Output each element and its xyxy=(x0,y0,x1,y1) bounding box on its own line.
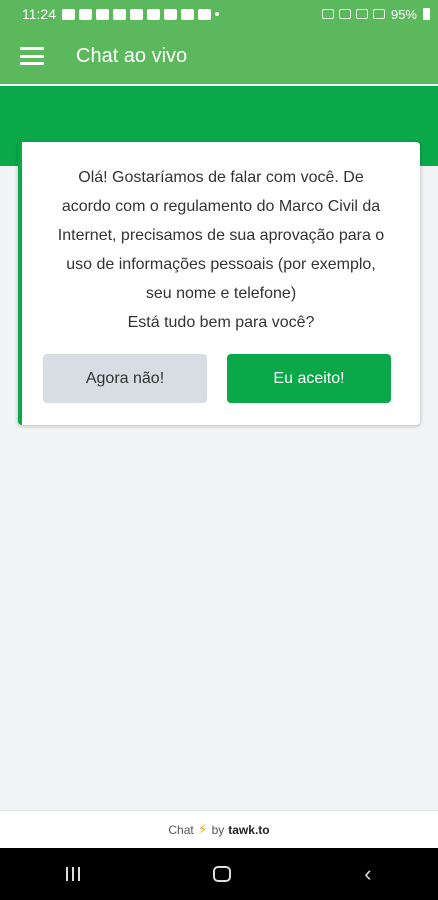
lightning-icon: ⚡ xyxy=(197,821,208,837)
menu-icon[interactable] xyxy=(20,47,44,65)
youtube-icon xyxy=(130,8,143,20)
app-bar: Chat ao vivo xyxy=(0,28,438,84)
footer-chat-label: Chat xyxy=(168,822,194,837)
image-icon xyxy=(198,8,211,20)
youtube-icon xyxy=(113,8,126,20)
status-time: 11:24 xyxy=(22,6,56,22)
home-icon[interactable] xyxy=(213,866,232,882)
youtube-icon xyxy=(96,8,109,20)
footer-by-label: by xyxy=(211,822,225,837)
powered-by-footer[interactable]: Chat ⚡ by tawk.to xyxy=(0,810,438,848)
wifi-icon xyxy=(338,9,351,19)
decline-button[interactable]: Agora não! xyxy=(43,354,207,403)
news-icon xyxy=(147,8,160,20)
facebook-icon xyxy=(164,8,177,20)
notification-icons xyxy=(62,8,219,20)
more-dot-icon xyxy=(215,12,219,16)
whatsapp-icon xyxy=(62,8,75,20)
battery-percent: 95% xyxy=(390,6,417,22)
youtube-icon xyxy=(79,8,92,20)
download-icon xyxy=(181,8,194,20)
recents-icon[interactable] xyxy=(66,867,81,881)
consent-line: Está tudo bem para você? xyxy=(127,314,315,331)
consent-line: uso de informações pessoais (por exemplo… xyxy=(66,256,376,273)
system-nav-bar: ‹ xyxy=(0,848,438,900)
consent-line: seu nome e telefone) xyxy=(145,285,297,302)
consent-card: Olá! Gostaríamos de falar com você. De a… xyxy=(18,142,420,425)
battery-icon xyxy=(423,8,430,20)
signal-icon xyxy=(355,9,368,19)
consent-message: Olá! Gostaríamos de falar com você. De a… xyxy=(22,142,420,337)
status-bar: 11:24 95% xyxy=(0,0,438,28)
consent-line: Internet, precisamos de sua aprovação pa… xyxy=(57,227,385,244)
mute-icon xyxy=(321,9,334,19)
signal-icon xyxy=(372,9,385,19)
page-title: Chat ao vivo xyxy=(76,44,188,67)
footer-brand: tawk.to xyxy=(228,822,270,837)
consent-line: Olá! Gostaríamos de falar com você. De xyxy=(78,169,364,186)
accept-button[interactable]: Eu aceito! xyxy=(227,354,391,403)
system-icons xyxy=(321,9,385,19)
consent-line: acordo com o regulamento do Marco Civil … xyxy=(61,198,381,215)
back-icon[interactable]: ‹ xyxy=(364,863,371,885)
